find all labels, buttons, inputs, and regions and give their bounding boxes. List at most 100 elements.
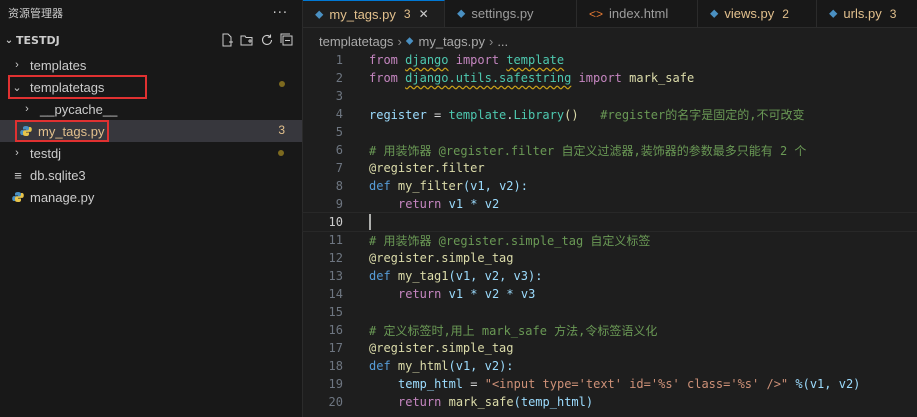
breadcrumb-file[interactable]: my_tags.py bbox=[418, 34, 484, 49]
tab-label: urls.py bbox=[843, 6, 882, 21]
tree-item-label: manage.py bbox=[30, 189, 95, 205]
tab-my-tags[interactable]: ⬥ my_tags.py 3 ✕ bbox=[303, 0, 445, 27]
python-icon: ⬥ bbox=[457, 6, 466, 20]
line-number: 17 bbox=[328, 341, 343, 355]
comment: # 定义标签时,用上 mark_safe 方法,令标签语义化 bbox=[369, 323, 658, 338]
tree-item-label: db.sqlite3 bbox=[30, 167, 86, 183]
tab-label: settings.py bbox=[471, 6, 534, 21]
tree-item-manage-py[interactable]: manage.py bbox=[0, 186, 302, 208]
editor-area: ⬥ my_tags.py 3 ✕ ⬥ settings.py <> index.… bbox=[302, 0, 917, 417]
function-name: mark_safe bbox=[448, 395, 514, 409]
decorator: @register bbox=[369, 251, 435, 265]
explorer-title: 资源管理器 bbox=[8, 7, 63, 20]
parameters: (v1, v2): bbox=[448, 359, 514, 373]
explorer-toolbar bbox=[220, 33, 294, 47]
variable: temp_html bbox=[398, 377, 464, 391]
module-name: django bbox=[405, 53, 449, 67]
line-number: 7 bbox=[335, 161, 343, 175]
new-file-icon[interactable] bbox=[220, 33, 234, 47]
line-number: 2 bbox=[335, 71, 343, 85]
more-actions-icon[interactable]: ··· bbox=[273, 6, 288, 21]
code-editor[interactable]: 1 from django import template 2 from djang… bbox=[302, 51, 917, 417]
parens: () bbox=[564, 107, 579, 122]
expression: %(v1, v2) bbox=[788, 377, 861, 391]
modified-dot bbox=[278, 150, 284, 156]
tab-views[interactable]: ⬥ views.py 2 bbox=[698, 0, 817, 27]
code-line-current: 10 bbox=[302, 212, 917, 232]
variable: register bbox=[369, 107, 427, 122]
html-icon: <> bbox=[589, 6, 604, 21]
keyword: return bbox=[398, 197, 442, 211]
close-icon[interactable]: ✕ bbox=[419, 7, 429, 21]
breadcrumb-more[interactable]: ... bbox=[497, 34, 508, 49]
code-line: 6 # 用装饰器 @register.filter 自定义过滤器,装饰器的参数最多… bbox=[303, 141, 917, 159]
tab-urls[interactable]: ⬥ urls.py 3 bbox=[817, 0, 917, 27]
chevron-right-icon: › bbox=[25, 103, 29, 115]
line-number: 3 bbox=[335, 89, 343, 103]
keyword: from bbox=[369, 53, 398, 67]
python-icon bbox=[20, 126, 32, 136]
chevron-right-icon: › bbox=[15, 59, 19, 71]
tab-settings[interactable]: ⬥ settings.py bbox=[445, 0, 577, 27]
decorator-attr: .filter bbox=[434, 161, 485, 175]
tree-item-db-sqlite3[interactable]: ≡ db.sqlite3 bbox=[0, 164, 302, 186]
decorator: @register bbox=[369, 341, 435, 355]
explorer-sidebar: 资源管理器 ··· ⌄ TESTDJ › templates ⌄ templat… bbox=[0, 0, 303, 417]
tree-item-templatetags[interactable]: ⌄ templatetags bbox=[8, 75, 147, 99]
module-name: template bbox=[448, 107, 507, 122]
code-line: 1 from django import template bbox=[303, 51, 917, 69]
tab-bar: ⬥ my_tags.py 3 ✕ ⬥ settings.py <> index.… bbox=[303, 0, 917, 28]
module-name: template bbox=[506, 53, 565, 67]
line-number: 10 bbox=[328, 215, 343, 229]
chevron-right-icon: › bbox=[488, 33, 494, 49]
tab-index-html[interactable]: <> index.html bbox=[577, 0, 698, 27]
function-name: my_tag1 bbox=[397, 269, 449, 283]
class-name: Library bbox=[513, 107, 565, 122]
code-line: 14 return v1 * v2 * v3 bbox=[303, 285, 917, 303]
code-line: 15 bbox=[303, 303, 917, 321]
python-icon: ⬥ bbox=[315, 6, 324, 21]
highlighted-file: my_tags.py bbox=[14, 120, 110, 142]
keyword: import bbox=[578, 71, 622, 85]
code-line: 12 @register.simple_tag bbox=[303, 249, 917, 267]
line-number: 12 bbox=[328, 251, 343, 265]
function-name: my_html bbox=[397, 359, 449, 373]
code-line: 17 @register.simple_tag bbox=[303, 339, 917, 357]
expression: v1 * v2 bbox=[448, 197, 500, 211]
tree-item-testdj[interactable]: › testdj bbox=[0, 142, 302, 164]
comment: # 用装饰器 @register.filter 自定义过滤器,装饰器的参数最多只… bbox=[369, 143, 807, 158]
code-line: 11 # 用装饰器 @register.simple_tag 自定义标签 bbox=[303, 231, 917, 249]
tree-item-label: templatetags bbox=[30, 79, 105, 95]
operator: = bbox=[426, 107, 449, 122]
tree-item-pycache[interactable]: › __pycache__ bbox=[0, 98, 302, 120]
code-line: 18 def my_html(v1, v2): bbox=[303, 357, 917, 375]
tab-problem-count: 3 bbox=[889, 6, 897, 21]
chevron-right-icon: › bbox=[397, 33, 402, 49]
decorator: @register bbox=[369, 161, 435, 175]
decorator-attr: .simple_tag bbox=[434, 251, 514, 265]
chevron-down-icon: ⌄ bbox=[12, 81, 22, 94]
tree-item-templates[interactable]: › templates bbox=[0, 54, 302, 76]
collapse-all-icon[interactable] bbox=[280, 33, 294, 47]
project-root[interactable]: ⌄ TESTDJ bbox=[0, 26, 302, 54]
line-number: 16 bbox=[328, 323, 343, 337]
python-icon: ⬥ bbox=[405, 34, 414, 47]
breadcrumb-folder[interactable]: templatetags bbox=[319, 34, 393, 49]
line-number: 6 bbox=[335, 143, 343, 157]
function-name: my_filter bbox=[397, 179, 463, 193]
keyword: from bbox=[369, 71, 398, 85]
code-line: 7 @register.filter bbox=[303, 159, 917, 177]
refresh-icon[interactable] bbox=[260, 33, 274, 47]
tab-problem-count: 3 bbox=[403, 7, 411, 21]
code-line: 5 bbox=[303, 123, 917, 141]
line-number: 13 bbox=[328, 269, 343, 283]
explorer-header: 资源管理器 ··· bbox=[0, 0, 302, 26]
operator: . bbox=[506, 107, 514, 122]
tree-item-my-tags[interactable]: my_tags.py 3 bbox=[0, 120, 302, 142]
new-folder-icon[interactable] bbox=[240, 33, 254, 47]
chevron-right-icon: › bbox=[15, 147, 19, 159]
tree-item-label: templates bbox=[30, 57, 87, 73]
tab-label: my_tags.py bbox=[329, 6, 396, 22]
keyword: return bbox=[398, 395, 442, 409]
code-line: 3 bbox=[303, 87, 917, 105]
